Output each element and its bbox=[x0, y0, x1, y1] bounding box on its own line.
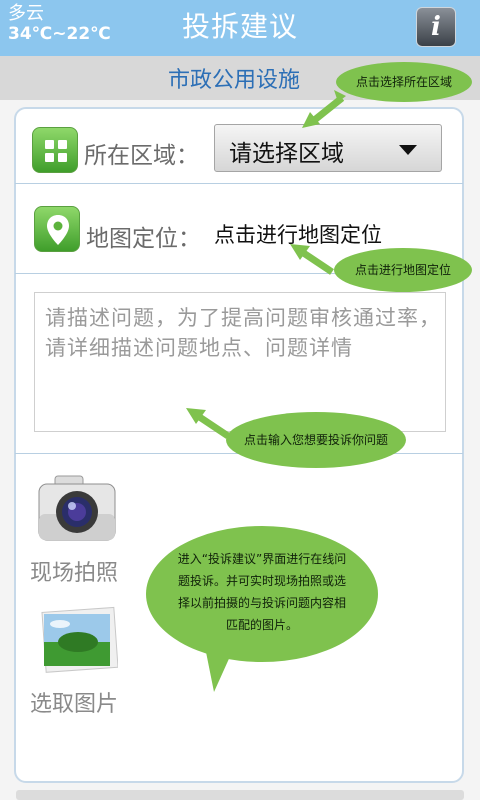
area-select-value: 请选择区域 bbox=[229, 141, 344, 167]
intro-tip-bubble: 进入“投诉建议”界面进行在线问题投诉。并可实时现场拍照或选择以前拍摄的与投诉问题… bbox=[146, 526, 378, 662]
description-input[interactable]: 请描述问题，为了提高问题审核通过率，请详细描述问题地点、问题详情 bbox=[34, 292, 446, 432]
grid-icon bbox=[32, 127, 78, 173]
input-tip-bubble: 点击输入您想要投诉你问题 bbox=[226, 412, 406, 468]
camera-label[interactable]: 现场拍照 bbox=[30, 555, 118, 587]
dropdown-arrow-icon bbox=[399, 145, 417, 155]
area-label: 所在区域： bbox=[84, 143, 199, 169]
header-bar: 多云 34℃~22℃ 投拆建议 i bbox=[0, 0, 480, 56]
area-tip-bubble: 点击选择所在区域 bbox=[336, 62, 472, 102]
map-label: 地图定位： bbox=[86, 226, 201, 252]
arrow-icon bbox=[186, 408, 230, 439]
arrow-icon bbox=[302, 90, 346, 128]
bubble-tail bbox=[206, 652, 232, 692]
map-tip-bubble: 点击进行地图定位 bbox=[334, 248, 472, 292]
bottom-edge bbox=[16, 790, 464, 800]
divider bbox=[15, 183, 463, 184]
camera-icon[interactable] bbox=[37, 474, 117, 542]
landscape-photo-icon[interactable] bbox=[38, 606, 119, 674]
info-icon[interactable]: i bbox=[416, 7, 456, 47]
gallery-label[interactable]: 选取图片 bbox=[30, 686, 118, 718]
category-title: 市政公用设施 bbox=[168, 68, 301, 93]
page-title: 投拆建议 bbox=[181, 10, 298, 43]
location-pin-icon bbox=[34, 206, 80, 252]
arrow-icon bbox=[290, 244, 334, 275]
description-placeholder: 请描述问题，为了提高问题审核通过率，请详细描述问题地点、问题详情 bbox=[45, 306, 441, 360]
